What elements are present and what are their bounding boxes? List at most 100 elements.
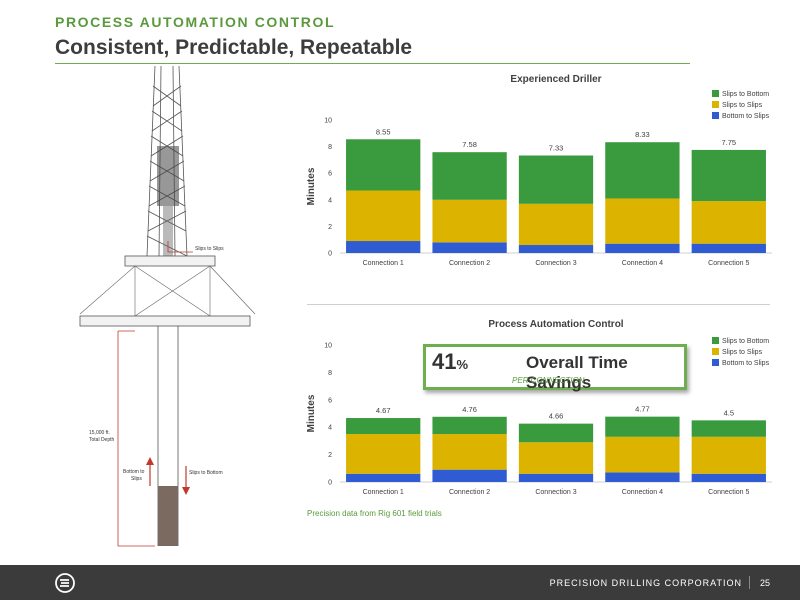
bar-total-label: 4.77 — [635, 405, 650, 414]
bar-segment-slips-to-slips — [432, 434, 507, 470]
bar-segment-bottom-to-slips — [432, 242, 507, 253]
y-axis-label: Minutes — [306, 394, 317, 432]
y-axis-label: Minutes — [306, 167, 317, 205]
y-tick-label: 10 — [324, 343, 332, 350]
bar-segment-slips-to-bottom — [518, 423, 594, 443]
bar-segment-bottom-to-slips — [346, 473, 421, 482]
chart-experienced-driller-svg: Experienced Driller 0 2 4 6 8 10 Minutes 8.55 Con… — [306, 74, 772, 267]
label-slips-to-bottom: Slips to Bottom — [189, 470, 223, 476]
x-tick-label: Connection 2 — [449, 260, 490, 267]
bar-total-label: 4.66 — [549, 412, 564, 421]
title-divider — [55, 63, 690, 64]
label-bottom-to-slips-line1: Bottom to — [123, 469, 145, 475]
bar-segment-slips-to-bottom — [432, 152, 507, 200]
legend-swatch — [712, 101, 719, 108]
bar-segment-slips-to-slips — [432, 199, 507, 243]
label-slips-to-slips: Slips to Slips — [195, 246, 224, 252]
section-kicker: PROCESS AUTOMATION CONTROL — [55, 14, 336, 30]
bar-segment-bottom-to-slips — [518, 473, 594, 482]
y-tick-label: 2 — [328, 452, 332, 459]
legend-swatch — [712, 112, 719, 119]
x-tick-label: Connection 5 — [708, 489, 749, 496]
precision-logo-icon — [55, 573, 75, 593]
bar-total-label: 4.67 — [376, 406, 391, 415]
label-bottom-to-slips-line2: Slips — [131, 476, 142, 482]
drilling-rig-illustration: Slips to Slips 15,000 ft. Total Depth Bo… — [79, 66, 256, 547]
bar-segment-slips-to-slips — [691, 436, 766, 474]
bar-segment-slips-to-slips — [518, 203, 594, 246]
bar-segment-slips-to-bottom — [691, 149, 766, 202]
bar-segment-bottom-to-slips — [605, 472, 680, 482]
legend-label: Slips to Bottom — [722, 91, 769, 98]
savings-label: Overall Time Savings — [526, 353, 628, 392]
legend-swatch — [712, 90, 719, 97]
bar-segment-slips-to-slips — [605, 198, 680, 244]
legend-label: Bottom to Slips — [722, 360, 770, 367]
bar-segment-bottom-to-slips — [518, 245, 594, 253]
x-tick-label: Connection 3 — [535, 260, 576, 267]
bar-total-label: 8.55 — [376, 127, 391, 136]
y-tick-label: 8 — [328, 144, 332, 151]
footnote: Precision data from Rig 601 field trials — [307, 509, 442, 518]
bar-segment-slips-to-slips — [346, 190, 421, 242]
legend-label: Slips to Slips — [722, 102, 763, 109]
bar-segment-slips-to-bottom — [432, 416, 507, 435]
legend-swatch — [712, 348, 719, 355]
bar-segment-slips-to-bottom — [605, 416, 680, 437]
bar-total-label: 4.5 — [724, 408, 734, 417]
x-tick-label: Connection 4 — [622, 489, 663, 496]
x-tick-label: Connection 1 — [363, 260, 404, 267]
y-tick-label: 2 — [328, 224, 332, 231]
x-tick-label: Connection 5 — [708, 260, 749, 267]
footer-separator — [749, 576, 750, 589]
x-tick-label: Connection 2 — [449, 489, 490, 496]
arrow-down-icon — [182, 487, 190, 495]
bar-segment-slips-to-slips — [691, 201, 766, 244]
legend-label: Slips to Bottom — [722, 338, 769, 345]
savings-sublabel: PER CONNECTION — [512, 376, 585, 385]
label-total-depth-line1: 15,000 ft. — [89, 430, 110, 436]
bar-segment-slips-to-bottom — [605, 142, 680, 199]
bar-segment-slips-to-bottom — [691, 420, 766, 437]
y-tick-label: 0 — [328, 251, 332, 258]
bar-total-label: 4.76 — [462, 405, 477, 414]
x-tick-label: Connection 4 — [622, 260, 663, 267]
legend-swatch — [712, 337, 719, 344]
bar-segment-bottom-to-slips — [346, 241, 421, 253]
x-tick-label: Connection 1 — [363, 489, 404, 496]
y-tick-label: 6 — [328, 171, 332, 178]
bar-segment-slips-to-bottom — [346, 139, 421, 191]
bar-segment-bottom-to-slips — [691, 473, 766, 482]
chart-divider — [307, 304, 770, 305]
legend-label: Bottom to Slips — [722, 113, 770, 120]
bar-segment-bottom-to-slips — [432, 469, 507, 482]
bar-total-label: 7.58 — [462, 140, 477, 149]
footer-bar: PRECISION DRILLING CORPORATION 25 — [0, 565, 800, 600]
bar-segment-slips-to-bottom — [518, 155, 594, 204]
bar-total-label: 7.33 — [549, 144, 564, 153]
footer-brand: PRECISION DRILLING CORPORATION — [549, 578, 742, 588]
y-tick-label: 0 — [328, 480, 332, 487]
chart-title: Process Automation Control — [488, 319, 623, 330]
savings-percent: 41% — [432, 349, 469, 374]
bar-segment-slips-to-bottom — [346, 418, 421, 435]
bar-segment-slips-to-slips — [346, 434, 421, 474]
y-tick-label: 4 — [328, 197, 332, 204]
page-number: 25 — [759, 578, 770, 588]
chart-experienced-driller: Experienced Driller 0 2 4 6 8 10 Minutes 8.55 Con… — [300, 70, 780, 280]
arrow-up-icon — [146, 457, 154, 465]
savings-callout: 41% Overall Time Savings PER CONNECTION — [423, 344, 687, 392]
bar-segment-slips-to-slips — [518, 442, 594, 474]
label-total-depth-line2: Total Depth — [89, 437, 115, 443]
bar-segment-bottom-to-slips — [605, 243, 680, 253]
x-tick-label: Connection 3 — [535, 489, 576, 496]
bar-total-label: 8.33 — [635, 130, 650, 139]
bar-total-label: 7.75 — [721, 138, 736, 147]
bar-segment-bottom-to-slips — [691, 243, 766, 253]
y-tick-label: 6 — [328, 397, 332, 404]
chart-title: Experienced Driller — [510, 74, 601, 85]
legend-swatch — [712, 359, 719, 366]
legend-label: Slips to Slips — [722, 349, 763, 356]
page-title: Consistent, Predictable, Repeatable — [55, 36, 413, 59]
y-tick-label: 8 — [328, 370, 332, 377]
